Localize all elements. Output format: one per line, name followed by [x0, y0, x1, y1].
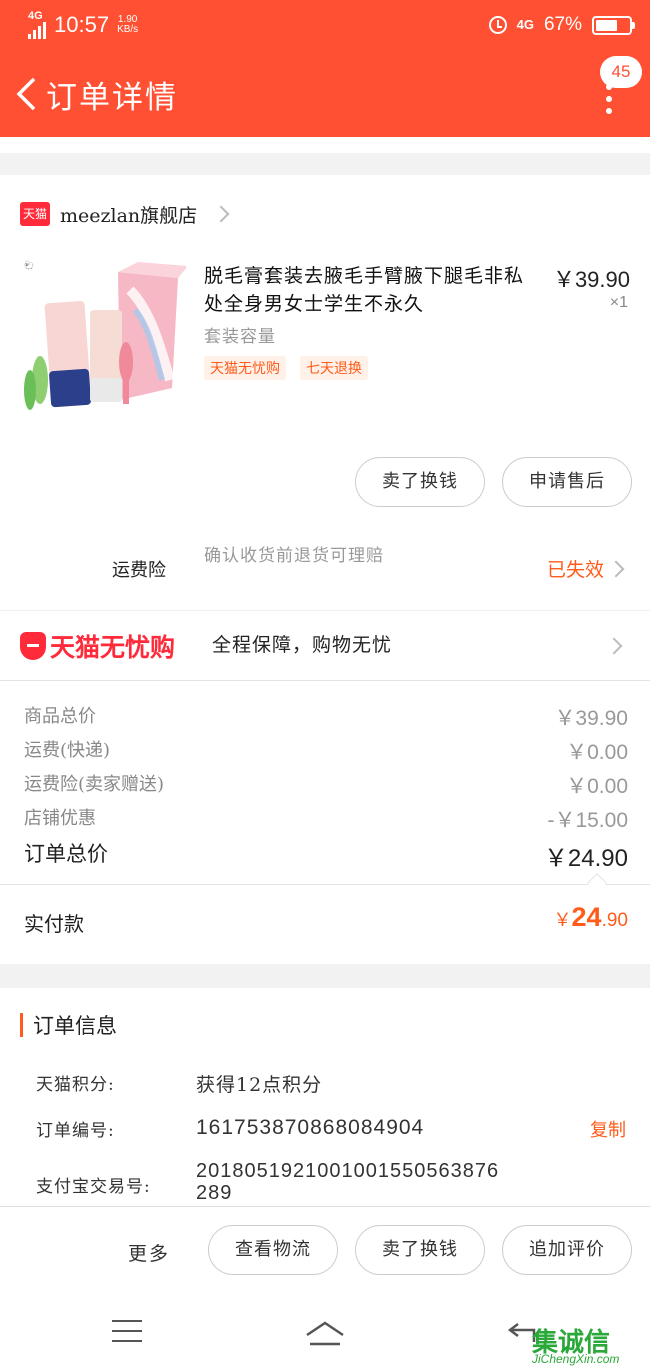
order-info-heading: 订单信息 — [33, 1014, 117, 1038]
shield-icon — [20, 632, 46, 660]
summary-row-discount: 店铺优惠 -￥15.00 — [24, 804, 628, 834]
add-review-button[interactable]: 追加评价 — [502, 1225, 632, 1275]
product-price: ￥39.90 — [552, 267, 630, 292]
message-badge: 45 — [600, 56, 642, 88]
status-bar-right: 4G 67% — [488, 8, 635, 42]
more-button[interactable]: 更多 — [128, 1239, 170, 1266]
apply-after-sale-button[interactable]: 申请售后 — [502, 457, 632, 507]
points-value: 获得12点积分 — [196, 1074, 323, 1096]
copy-order-number-button[interactable]: 复制 — [590, 1116, 626, 1142]
alipay-value-line1: 2018051921001001550563876 — [196, 1160, 500, 1182]
watermark-text-en: JiChengXin.com — [532, 1352, 620, 1366]
summary-row-goods-total: 商品总价 ￥39.90 — [24, 702, 628, 732]
menu-icon[interactable] — [112, 1320, 142, 1342]
shop-name[interactable]: meezlan旗舰店 — [60, 201, 197, 228]
status-time: 10:57 — [54, 12, 110, 37]
alipay-value: 2018051921001001550563876 289 — [196, 1160, 499, 1204]
back-arrow-icon[interactable] — [14, 76, 40, 112]
svg-text:🐑: 🐑 — [24, 260, 34, 270]
alipay-value-line2: 289 — [196, 1182, 233, 1204]
watermark-logo: 集诚信 JiChengXin.com — [532, 1322, 644, 1370]
bottom-action-bar: 更多 查看物流 卖了换钱 追加评价 — [0, 1206, 650, 1290]
summary-row-order-total: 订单总价 ￥24.90 — [24, 838, 628, 873]
shop-row[interactable]: 天猫 meezlan旗舰店 — [20, 200, 230, 228]
tag-tmall-worry-free: 天猫无忧购 — [204, 356, 286, 380]
order-number-label: 订单编号: — [36, 1121, 115, 1141]
alipay-label: 支付宝交易号: — [36, 1177, 151, 1197]
battery-fill — [596, 19, 618, 31]
points-label: 天猫积分: — [36, 1075, 115, 1095]
insurance-label: 运费险 — [112, 560, 166, 581]
network-label: 4G — [28, 10, 43, 22]
order-number-value: 161753870868084904 — [196, 1116, 425, 1139]
summary-value: -￥15.00 — [547, 809, 628, 832]
signal-icon — [28, 21, 46, 39]
order-total-label: 订单总价 — [24, 842, 108, 866]
section-accent-bar — [20, 1013, 23, 1037]
chevron-right-icon — [605, 637, 623, 655]
home-icon[interactable] — [304, 1318, 346, 1348]
chevron-right-icon — [212, 205, 230, 223]
paid-currency: ￥ — [553, 910, 572, 930]
view-logistics-button[interactable]: 查看物流 — [208, 1225, 338, 1275]
more-menu-icon[interactable] — [604, 84, 614, 114]
sell-for-cash-button-bottom[interactable]: 卖了换钱 — [355, 1225, 485, 1275]
product-image[interactable]: 🐑 — [20, 250, 186, 416]
page-title: 订单详情 — [46, 80, 178, 116]
battery-percent: 67% — [543, 14, 582, 35]
tmall-logo-icon: 天猫 — [20, 202, 50, 226]
paid-amount-label: 实付款 — [24, 912, 84, 936]
insurance-status: 已失效 — [546, 559, 604, 581]
product-tags: 天猫无忧购 七天退换 — [204, 356, 368, 380]
tmall-worry-free-row[interactable]: 天猫无忧购 全程保障，购物无忧 — [0, 610, 650, 680]
network-speed: 1.90 KB/s — [117, 15, 138, 35]
network-type: 4G — [516, 17, 534, 32]
paid-integer: 24 — [571, 902, 602, 932]
tag-seven-day-return: 七天退换 — [300, 356, 368, 380]
tmall-worry-free-logo: 天猫无忧购 — [20, 628, 175, 664]
speed-unit: KB/s — [117, 24, 139, 35]
top-spacer — [0, 137, 650, 153]
summary-value: ￥39.90 — [554, 707, 628, 730]
divider — [0, 884, 650, 885]
paid-decimal: .90 — [601, 910, 628, 931]
paid-amount-value: ￥24.90 — [554, 902, 628, 933]
product-title[interactable]: 脱毛膏套装去腋毛手臂腋下腿毛非私处全身男女士学生不永久 — [204, 262, 534, 318]
sell-for-cash-button[interactable]: 卖了换钱 — [355, 457, 485, 507]
summary-value: ￥0.00 — [566, 741, 628, 764]
product-sku: 套装容量 — [204, 327, 276, 347]
battery-icon — [592, 15, 635, 35]
summary-row-insurance: 运费险(卖家赠送) ￥0.00 — [24, 770, 628, 800]
summary-value: ￥0.00 — [566, 775, 628, 798]
header: 订单详情 45 — [0, 56, 650, 126]
order-info-title: 订单信息 — [20, 1010, 117, 1040]
summary-label: 店铺优惠 — [24, 808, 96, 829]
summary-label: 运费险(卖家赠送) — [24, 774, 165, 795]
wuyou-slogan: 全程保障，购物无忧 — [212, 634, 393, 656]
summary-label: 运费(快递) — [24, 740, 111, 761]
alarm-icon — [488, 16, 507, 34]
network-indicator: 4G — [28, 11, 46, 39]
summary-row-shipping: 运费(快递) ￥0.00 — [24, 736, 628, 766]
order-total-value: ￥24.90 — [543, 845, 628, 872]
status-bar-left: 4G 10:57 1.90 KB/s — [28, 8, 138, 42]
product-quantity: ×1 — [609, 294, 628, 311]
insurance-description: 确认收货前退货可理赔 — [204, 546, 384, 566]
wuyou-logo-text: 天猫无忧购 — [50, 633, 176, 662]
top-bar: 4G 10:57 1.90 KB/s 4G 67% 订单详情 45 — [0, 0, 650, 137]
summary-label: 商品总价 — [24, 706, 96, 727]
